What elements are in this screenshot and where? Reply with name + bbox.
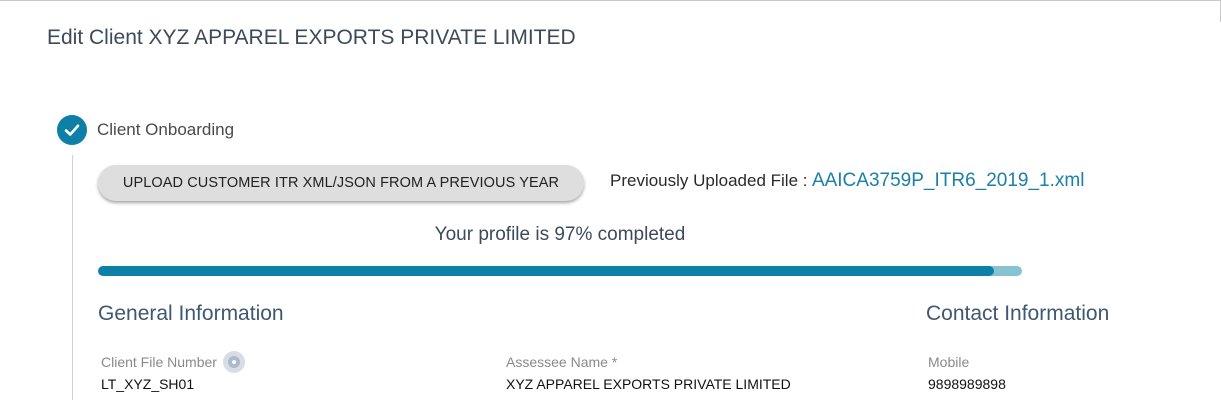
profile-progress-fill — [98, 266, 995, 276]
contact-information-heading: Contact Information — [926, 302, 1110, 325]
top-border — [0, 0, 1221, 1]
step-connector-line — [72, 155, 73, 400]
mobile-label: Mobile — [928, 354, 970, 370]
previous-file-link[interactable]: AAICA3759P_ITR6_2019_1.xml — [812, 170, 1085, 191]
assessee-name-label: Assessee Name * — [506, 354, 618, 370]
client-file-number-field[interactable]: LT_XYZ_SH01 — [101, 376, 194, 392]
info-icon[interactable] — [223, 351, 245, 373]
previous-upload-label: Previously Uploaded File : — [610, 171, 808, 190]
profile-progress-text: Your profile is 97% completed — [434, 224, 686, 245]
general-information-heading: General Information — [98, 302, 284, 325]
step-label-client-onboarding[interactable]: Client Onboarding — [97, 120, 234, 140]
profile-progress-bar — [98, 266, 1022, 276]
client-file-number-label: Client File Number — [101, 354, 217, 370]
assessee-name-field[interactable]: XYZ APPAREL EXPORTS PRIVATE LIMITED — [506, 376, 791, 392]
upload-itr-button[interactable]: UPLOAD CUSTOMER ITR XML/JSON FROM A PREV… — [98, 165, 584, 201]
page-title: Edit Client XYZ APPAREL EXPORTS PRIVATE … — [47, 26, 576, 49]
check-circle-icon — [57, 115, 87, 145]
mobile-field[interactable]: 9898989898 — [928, 376, 1006, 392]
previous-upload: Previously Uploaded File : AAICA3759P_IT… — [610, 170, 1084, 192]
